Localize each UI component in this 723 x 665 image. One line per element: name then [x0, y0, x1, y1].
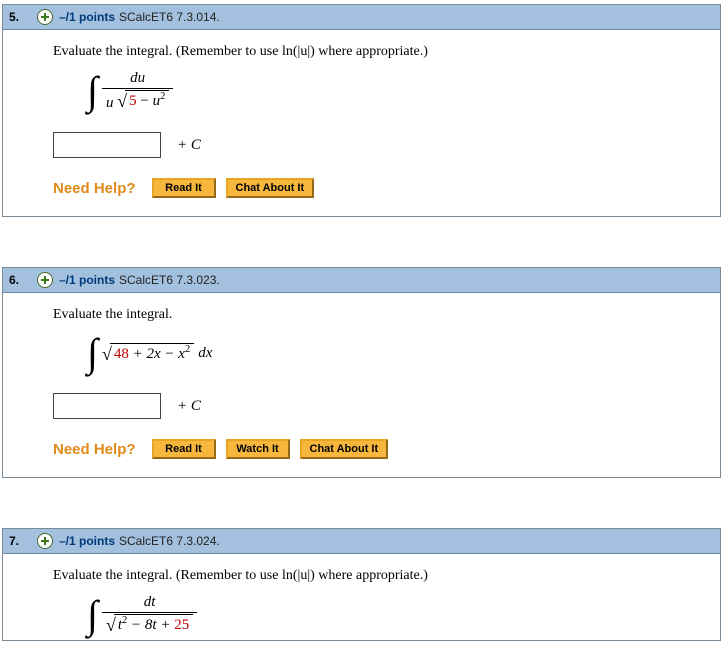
instruction-text: Evaluate the integral. — [53, 307, 708, 323]
help-row: Need Help? Read It Chat About It — [53, 178, 708, 198]
integral-expression: ∫ du u √ 5 − u2 — [87, 70, 708, 112]
question-ref: SCalcET6 7.3.024. — [119, 534, 220, 548]
read-it-button[interactable]: Read It — [152, 439, 216, 459]
question-5: 5. –/1 points SCalcET6 7.3.014. Evaluate… — [2, 4, 721, 217]
question-ref: SCalcET6 7.3.023. — [119, 273, 220, 287]
plus-c-label: + C — [177, 137, 201, 154]
plus-icon[interactable] — [37, 272, 53, 288]
question-body: Evaluate the integral. (Remember to use … — [3, 554, 720, 640]
help-row: Need Help? Read It Watch It Chat About I… — [53, 439, 708, 459]
instruction-text: Evaluate the integral. (Remember to use … — [53, 568, 708, 584]
need-help-label: Need Help? — [53, 180, 136, 197]
answer-row: + C — [53, 393, 708, 419]
plus-c-label: + C — [177, 398, 201, 415]
integral-sign-icon: ∫ — [87, 71, 98, 111]
points-label: –/1 points — [59, 10, 115, 24]
question-body: Evaluate the integral. ∫ √ 48 + 2x − x2 … — [3, 293, 720, 477]
answer-input[interactable] — [53, 393, 161, 419]
points-label: –/1 points — [59, 273, 115, 287]
question-7: 7. –/1 points SCalcET6 7.3.024. Evaluate… — [2, 528, 721, 641]
need-help-label: Need Help? — [53, 441, 136, 458]
plus-icon[interactable] — [37, 533, 53, 549]
answer-input[interactable] — [53, 132, 161, 158]
question-number: 7. — [9, 534, 37, 548]
instruction-text: Evaluate the integral. (Remember to use … — [53, 44, 708, 60]
question-number: 5. — [9, 10, 37, 24]
question-number: 6. — [9, 273, 37, 287]
integral-expression: ∫ dt √ t2 − 8t + 25 — [87, 594, 708, 636]
integral-expression: ∫ √ 48 + 2x − x2 dx — [87, 333, 708, 373]
watch-it-button[interactable]: Watch It — [226, 439, 290, 459]
question-6: 6. –/1 points SCalcET6 7.3.023. Evaluate… — [2, 267, 721, 478]
question-body: Evaluate the integral. (Remember to use … — [3, 30, 720, 216]
question-header: 7. –/1 points SCalcET6 7.3.024. — [3, 529, 720, 554]
integral-sign-icon: ∫ — [87, 333, 98, 373]
chat-about-it-button[interactable]: Chat About It — [300, 439, 389, 459]
question-header: 6. –/1 points SCalcET6 7.3.023. — [3, 268, 720, 293]
integral-sign-icon: ∫ — [87, 595, 98, 635]
question-header: 5. –/1 points SCalcET6 7.3.014. — [3, 5, 720, 30]
points-label: –/1 points — [59, 534, 115, 548]
question-ref: SCalcET6 7.3.014. — [119, 10, 220, 24]
answer-row: + C — [53, 132, 708, 158]
plus-icon[interactable] — [37, 9, 53, 25]
chat-about-it-button[interactable]: Chat About It — [226, 178, 315, 198]
read-it-button[interactable]: Read It — [152, 178, 216, 198]
